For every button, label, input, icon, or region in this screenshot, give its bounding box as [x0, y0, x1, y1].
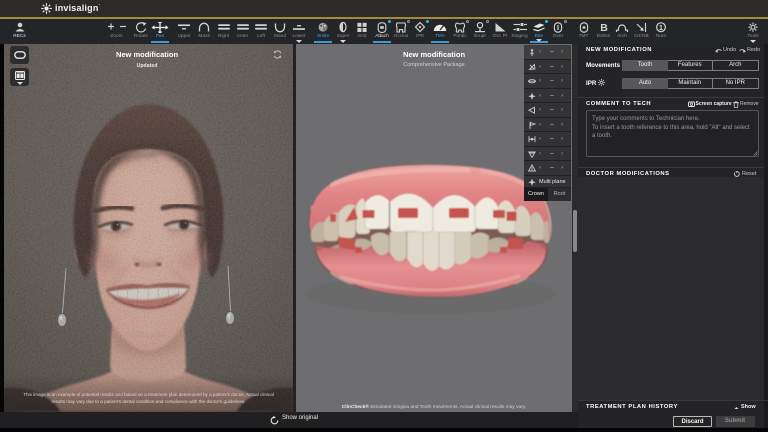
svg-text:1: 1	[659, 23, 663, 32]
svg-text:B: B	[600, 22, 608, 33]
